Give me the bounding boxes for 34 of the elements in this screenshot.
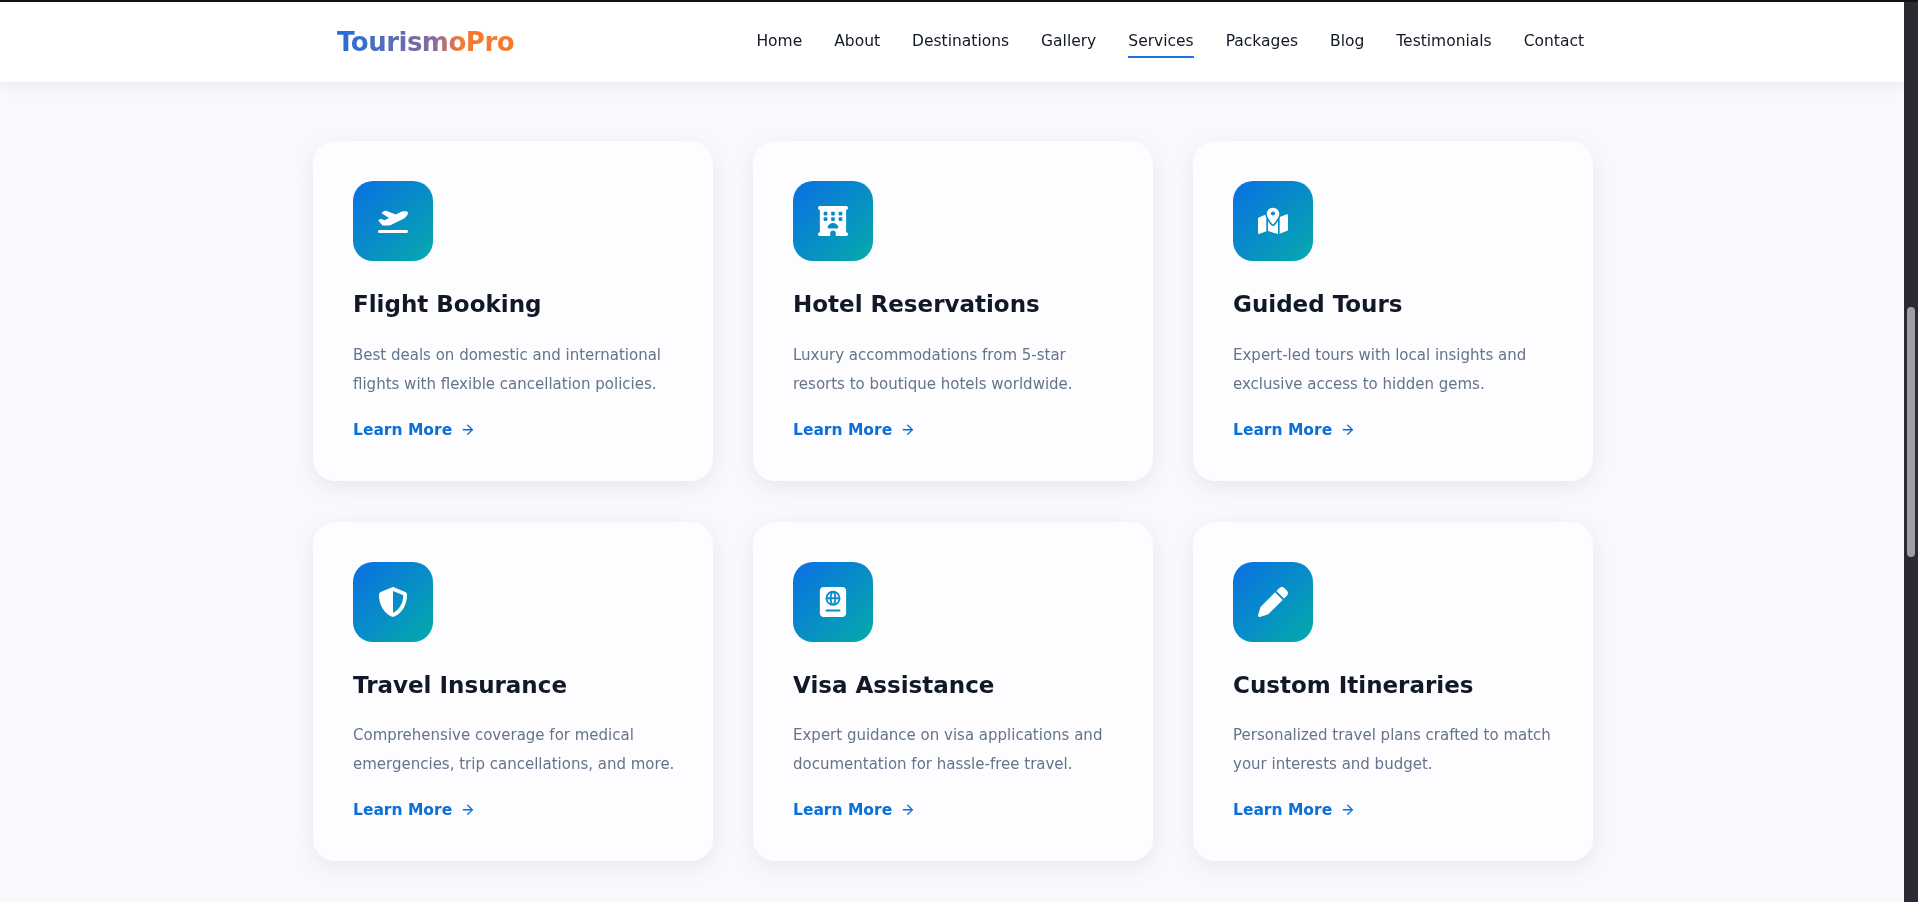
learn-more-link[interactable]: Learn More	[353, 420, 476, 439]
service-description: Expert-led tours with local insights and exclusive access to hidden gems.	[1233, 344, 1528, 395]
learn-more-link[interactable]: Learn More	[353, 801, 476, 820]
service-description: Comprehensive coverage for medical emergencies, trip cancellations, and more.	[353, 725, 676, 776]
nav-link[interactable]: Services	[1128, 26, 1194, 58]
nav-link[interactable]: Destinations	[912, 26, 1010, 58]
learn-more-link[interactable]: Learn More	[793, 420, 916, 439]
nav-link[interactable]: Packages	[1225, 26, 1298, 58]
scrollbar-thumb[interactable]	[1907, 307, 1915, 557]
nav-link[interactable]: Home	[756, 26, 803, 58]
pen-icon	[1258, 586, 1288, 617]
service-description: Best deals on domestic and international flights with flexible cancellation policies.	[353, 344, 662, 395]
learn-more-link[interactable]: Learn More	[793, 801, 916, 820]
learn-more-link[interactable]: Learn More	[1233, 420, 1356, 439]
shield-icon	[378, 586, 408, 617]
service-description: Personalized travel plans crafted to match your interests and budget.	[1233, 725, 1552, 776]
nav-link[interactable]: Gallery	[1041, 26, 1097, 58]
service-title: Travel Insurance	[353, 671, 567, 700]
map-pin-icon	[1258, 206, 1288, 236]
service-title: Hotel Reservations	[793, 291, 1040, 319]
passport-icon	[818, 586, 848, 617]
service-description: Expert guidance on visa applications and documentation for hassle-free travel.	[793, 725, 1104, 776]
service-description: Luxury accommodations from 5-star resorts to boutique hotels worldwide.	[793, 344, 1074, 395]
nav-link[interactable]: About	[834, 26, 881, 58]
service-title: Flight Booking	[353, 291, 542, 319]
learn-more-link[interactable]: Learn More	[1233, 801, 1356, 820]
service-title: Guided Tours	[1233, 291, 1403, 319]
service-title: Custom Itineraries	[1233, 671, 1474, 700]
nav-link[interactable]: Contact	[1523, 26, 1584, 58]
nav-link[interactable]: Blog	[1330, 26, 1365, 58]
building-icon	[818, 206, 848, 236]
nav-link[interactable]: Testimonials	[1396, 26, 1492, 58]
scrollbar[interactable]	[1904, 2, 1918, 902]
service-title: Visa Assistance	[793, 671, 995, 700]
